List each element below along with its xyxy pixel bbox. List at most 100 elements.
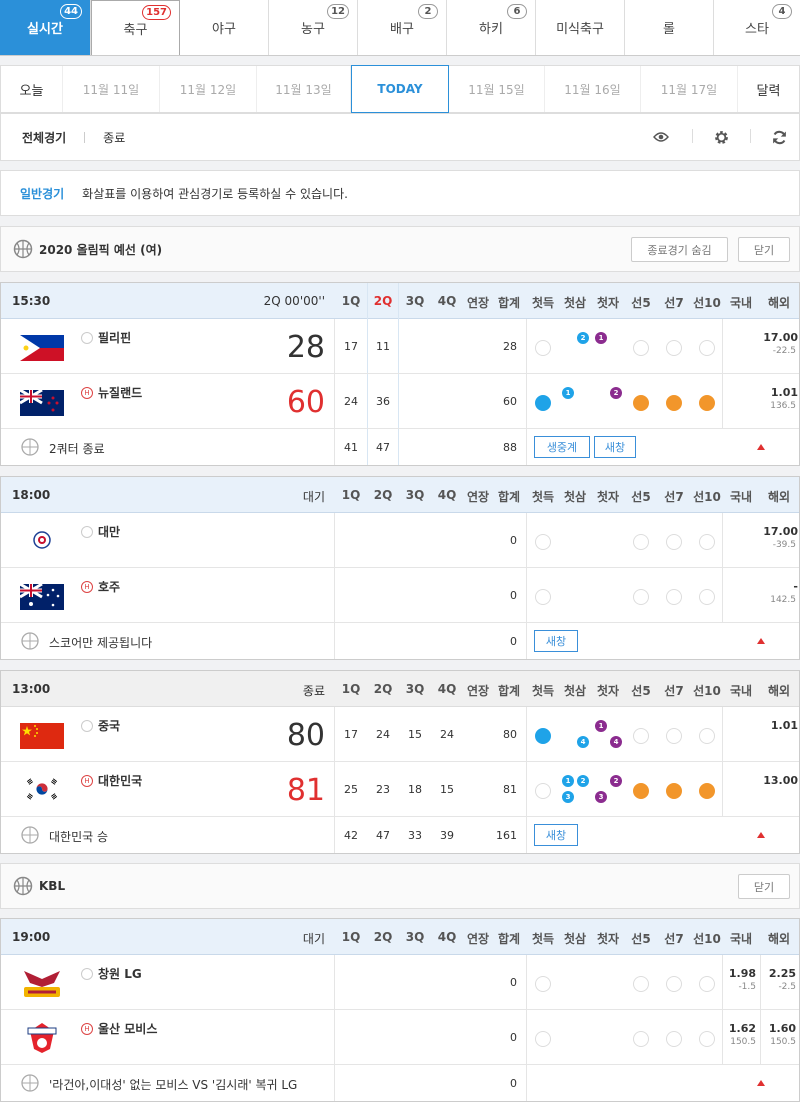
league-name: 2020 올림픽 예선 (여) [39, 242, 163, 257]
odds-value[interactable]: 17.00 [728, 331, 798, 344]
odds-value[interactable]: 1.01 [728, 386, 798, 399]
tab-label: 축구 [123, 22, 148, 38]
date-item[interactable]: 11월 11일 [63, 66, 160, 112]
col-domestic: 국내 [729, 932, 753, 946]
collapse-arrow-icon[interactable] [757, 638, 765, 644]
date-item[interactable]: 11월 12일 [160, 66, 257, 112]
tab-baseball[interactable]: 야구 [180, 0, 269, 55]
tab-starcraft[interactable]: 스타 4 [714, 0, 800, 55]
filter-ended[interactable]: 종료 [103, 129, 125, 146]
divider [334, 955, 335, 1101]
team-name[interactable]: 중국 [98, 717, 120, 734]
team-name[interactable]: 대만 [98, 523, 120, 540]
col-1q: 1Q [341, 294, 361, 308]
odds-value[interactable]: 1.60 [726, 1022, 796, 1035]
team-score: 81 [286, 773, 325, 808]
q1-score: 17 [344, 728, 358, 741]
date-today-link[interactable]: 오늘 [1, 66, 63, 112]
date-item[interactable]: 11월 15일 [449, 66, 545, 112]
col-4q: 4Q [437, 488, 457, 502]
basketball-icon [21, 1074, 39, 1092]
calendar-link[interactable]: 달력 [738, 66, 799, 112]
date-item[interactable]: 11월 16일 [545, 66, 641, 112]
tab-soccer[interactable]: 축구 157 [91, 0, 180, 55]
col-total: 합계 [497, 932, 521, 946]
tab-label: 하키 [479, 22, 503, 37]
notice-message: 화살표를 이용하여 관심경기로 등록하실 수 있습니다. [82, 186, 348, 201]
eye-icon[interactable] [651, 127, 671, 147]
collapse-arrow-icon[interactable] [757, 1080, 765, 1086]
gear-icon[interactable] [711, 127, 731, 147]
col-1q: 1Q [341, 930, 361, 944]
col-1q: 1Q [341, 682, 361, 696]
tab-volleyball[interactable]: 배구 2 [358, 0, 447, 55]
game-status: 대기 [302, 490, 325, 504]
col-overseas: 해외 [767, 490, 791, 504]
tab-live[interactable]: 실시간 44 [0, 0, 91, 55]
tab-lol[interactable]: 롤 [625, 0, 714, 55]
team-name[interactable]: 필리핀 [98, 329, 131, 346]
team-name[interactable]: 창원 LG [98, 965, 142, 982]
hide-ended-button[interactable]: 종료경기 숨김 [631, 237, 728, 262]
team-row: 대만 0 17.00 -39.5 [1, 513, 799, 568]
sport-tabs: 실시간 44 축구 157 야구 농구 12 배구 2 하키 6 미식축구 롤 스타 4 [0, 0, 800, 56]
event-dot: 3 [562, 791, 574, 803]
tab-basketball[interactable]: 농구 12 [269, 0, 358, 55]
odds-value[interactable]: 1.01 [728, 719, 798, 732]
event-dot: 4 [610, 736, 622, 748]
odds-value[interactable]: - [728, 580, 798, 593]
home-marker: H [81, 775, 93, 787]
team-name[interactable]: 호주 [98, 578, 120, 595]
team-name[interactable]: 울산 모비스 [98, 1020, 157, 1037]
filter-all[interactable]: 전체경기 [22, 129, 66, 146]
col-domestic: 국내 [729, 490, 753, 504]
tab-hockey[interactable]: 하키 6 [447, 0, 536, 55]
game-footer: 스코어만 제공됩니다 0 새창 [1, 623, 799, 659]
team-name[interactable]: 대한민국 [98, 772, 142, 789]
first-score-marker [535, 589, 551, 605]
tab-football[interactable]: 미식축구 [536, 0, 625, 55]
divider [760, 955, 761, 1065]
divider [334, 513, 335, 659]
game-time: 19:00 [12, 930, 51, 944]
refresh-icon[interactable] [769, 127, 789, 147]
odds-value[interactable]: 17.00 [728, 525, 798, 538]
date-today-selected[interactable]: TODAY [351, 65, 449, 113]
col-ot: 연장 [466, 490, 490, 504]
race5-marker [633, 976, 649, 992]
col-domestic: 국내 [729, 296, 753, 310]
event-dot: 2 [610, 387, 622, 399]
odds-value[interactable]: 13.00 [728, 774, 798, 787]
live-stream-button[interactable]: 생중계 [534, 436, 590, 458]
total-score: 0 [510, 1031, 517, 1044]
new-window-button[interactable]: 새창 [534, 824, 578, 846]
team-score: 28 [286, 330, 325, 365]
home-marker: H [81, 1023, 93, 1035]
new-window-button[interactable]: 새창 [594, 436, 636, 458]
race5-marker [633, 728, 649, 744]
total-score: 28 [503, 340, 517, 353]
col-race7: 선7 [664, 296, 684, 310]
collapse-arrow-icon[interactable] [757, 444, 765, 450]
team-name[interactable]: 뉴질랜드 [98, 384, 142, 401]
flag-chinese-taipei [20, 528, 64, 554]
basketball-icon [21, 438, 39, 456]
q1-sum: 42 [344, 829, 358, 842]
race7-marker [666, 783, 682, 799]
odds-value[interactable]: 2.25 [726, 967, 796, 980]
q1-score: 25 [344, 783, 358, 796]
close-league-button[interactable]: 닫기 [738, 237, 790, 262]
game-header: 13:00 종료 1Q 2Q 3Q 4Q 연장 합계 첫득 첫삼 첫자 선5 선… [1, 671, 799, 707]
new-window-button[interactable]: 새창 [534, 630, 578, 652]
total-score: 0 [510, 534, 517, 547]
q3-score: 18 [408, 783, 422, 796]
tab-label: 배구 [390, 22, 414, 37]
close-league-button[interactable]: 닫기 [738, 874, 790, 899]
game-message: '라건아,이대성' 없는 모비스 VS '김시래' 복귀 LG [49, 1078, 298, 1092]
col-ot: 연장 [466, 684, 490, 698]
team-score: 80 [286, 718, 325, 753]
date-item[interactable]: 11월 17일 [641, 66, 738, 112]
collapse-arrow-icon[interactable] [757, 832, 765, 838]
q2-score: 23 [376, 783, 390, 796]
date-item[interactable]: 11월 13일 [257, 66, 351, 112]
